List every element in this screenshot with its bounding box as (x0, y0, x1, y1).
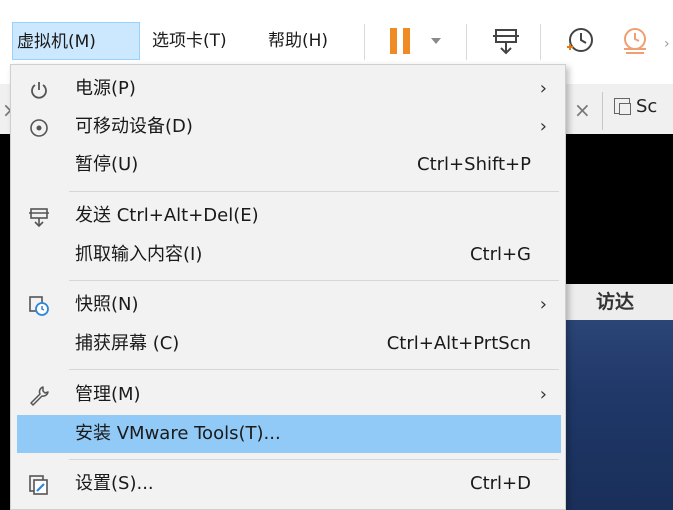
menu-separator (69, 369, 559, 370)
tab-divider (602, 92, 603, 130)
send-keys-icon (493, 29, 519, 55)
power-icon (27, 78, 51, 102)
menu-item-send-ctrl-alt-del[interactable]: 发送 Ctrl+Alt+Del(E) (17, 197, 561, 235)
pause-button[interactable] (380, 22, 420, 60)
menu-item-label: 设置(S)... (75, 473, 154, 494)
menu-help[interactable]: 帮助(H) (264, 22, 332, 60)
wrench-icon (27, 384, 51, 408)
send-keys-icon (27, 205, 51, 229)
menu-item-label: 发送 Ctrl+Alt+Del(E) (75, 205, 259, 226)
chevron-right-icon: › (539, 116, 547, 137)
menu-item-grab-input[interactable]: 抓取输入内容(I) Ctrl+G (17, 236, 561, 274)
menu-item-manage[interactable]: 管理(M) › (17, 376, 561, 414)
menu-item-settings[interactable]: 设置(S)... Ctrl+D (17, 465, 561, 503)
removable-device-icon (27, 116, 51, 140)
menu-item-label: 管理(M) (75, 384, 141, 405)
chevron-down-icon (431, 38, 441, 44)
menu-item-label: 抓取输入内容(I) (75, 244, 203, 265)
menu-item-snapshot[interactable]: 快照(N) › (17, 286, 561, 324)
finder-menubar: 访达 (566, 284, 673, 320)
menu-item-shortcut: Ctrl+Alt+PrtScn (386, 333, 531, 354)
menu-item-install-vmware-tools[interactable]: 安装 VMware Tools(T)... (17, 415, 561, 453)
snapshot-icon (567, 28, 593, 52)
chevron-right-icon: › (539, 78, 547, 99)
menu-tabs[interactable]: 选项卡(T) (148, 22, 231, 60)
pause-icon (390, 28, 410, 54)
chevron-right-icon: › (539, 384, 547, 405)
menu-item-shortcut: Ctrl+D (470, 473, 531, 494)
toolbar-separator (540, 24, 541, 60)
menu-item-label: 捕获屏幕 (C) (75, 333, 180, 354)
menu-item-label: 快照(N) (75, 294, 139, 315)
menu-item-power[interactable]: 电源(P) › (17, 70, 561, 108)
menu-item-label: 可移动设备(D) (75, 116, 193, 137)
vm-dropdown-menu: 电源(P) › 可移动设备(D) › 暂停(U) Ctrl+Shift+P 发送… (10, 64, 566, 510)
menu-item-label: 安装 VMware Tools(T)... (75, 423, 281, 444)
menu-item-label: 暂停(U) (75, 154, 139, 175)
vm-desktop[interactable] (566, 320, 673, 510)
menu-item-pause[interactable]: 暂停(U) Ctrl+Shift+P (17, 146, 561, 184)
menu-item-shortcut: Ctrl+Shift+P (417, 154, 531, 175)
toolbar-separator (364, 24, 365, 60)
pause-dropdown[interactable] (424, 22, 448, 60)
settings-icon (27, 473, 51, 497)
tab-label[interactable]: Sc (636, 96, 657, 117)
menu-vm[interactable]: 虚拟机(M) (12, 22, 140, 60)
revert-snapshot-icon (624, 28, 646, 54)
menu-item-capture-screen[interactable]: 捕获屏幕 (C) Ctrl+Alt+PrtScn (17, 325, 561, 363)
more-icon[interactable]: › (664, 36, 670, 52)
toolbar-separator (466, 24, 467, 60)
close-icon[interactable]: × (574, 98, 591, 122)
finder-label: 访达 (596, 291, 635, 313)
menu-item-label: 电源(P) (75, 78, 136, 99)
revert-snapshot-button[interactable] (612, 22, 656, 60)
menu-item-removable-devices[interactable]: 可移动设备(D) › (17, 108, 561, 146)
menu-separator (69, 459, 559, 460)
menu-separator (69, 280, 559, 281)
tab-vm-icon-front (619, 103, 631, 115)
menu-separator (69, 191, 559, 192)
snapshot-button[interactable] (558, 22, 602, 60)
menu-item-shortcut: Ctrl+G (469, 244, 531, 265)
send-ctrl-alt-del-button[interactable] (484, 22, 528, 60)
chevron-right-icon: › (539, 294, 547, 315)
snapshot-icon (27, 294, 51, 318)
